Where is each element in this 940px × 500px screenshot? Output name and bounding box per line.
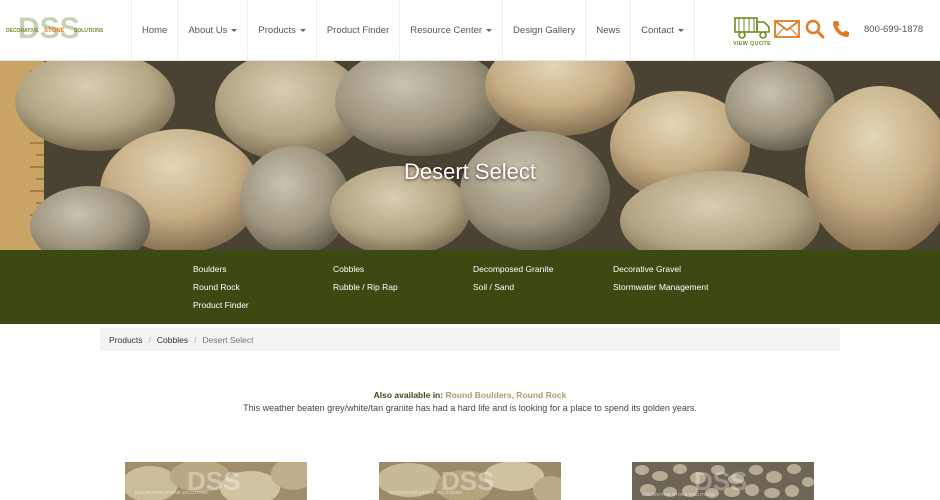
breadcrumb-separator: / bbox=[194, 334, 197, 345]
nav-item-label: Design Gallery bbox=[513, 25, 576, 36]
hero-stone-image bbox=[0, 61, 940, 250]
nav-item-label: Product Finder bbox=[326, 25, 390, 36]
caret-down-icon bbox=[486, 29, 493, 32]
nav-item-home[interactable]: Home bbox=[131, 0, 177, 61]
nav-item-resource-center[interactable]: Resource Center bbox=[399, 0, 502, 61]
product-thumbnail[interactable]: DSS DECORATIVE STONE SOLUTIONS bbox=[379, 462, 561, 500]
page-title: Desert Select bbox=[403, 159, 537, 184]
category-link-round-rock[interactable]: Round Rock bbox=[193, 282, 240, 292]
thumbnail-watermark-tagline: DECORATIVE STONE SOLUTIONS bbox=[389, 490, 462, 495]
logo-tagline-mid: STONE bbox=[44, 28, 65, 34]
nav-item-label: Home bbox=[142, 25, 168, 36]
nav-item-product-finder[interactable]: Product Finder bbox=[315, 0, 399, 61]
also-available: Also available in: Round Boulders, Round… bbox=[0, 390, 940, 400]
category-link-product-finder[interactable]: Product Finder bbox=[193, 300, 249, 310]
nav-item-label: News bbox=[596, 25, 621, 36]
site-logo[interactable]: DSS DECORATIVE STONE SOLUTIONS bbox=[4, 8, 116, 52]
breadcrumb-current: Desert Select bbox=[202, 334, 254, 345]
nav-item-design-gallery[interactable]: Design Gallery bbox=[502, 0, 585, 61]
product-description: This weather beaten grey/white/tan grani… bbox=[243, 403, 697, 413]
thumbnail-watermark-tagline: DECORATIVE STONE SOLUTIONS bbox=[135, 490, 208, 495]
stone-thumbnail-image: DSS DECORATIVE STONE SOLUTIONS bbox=[379, 462, 561, 500]
nav-item-products[interactable]: Products bbox=[247, 0, 316, 61]
category-link-decomposed-granite[interactable]: Decomposed Granite bbox=[473, 264, 553, 274]
category-link-rubble-rip-rap[interactable]: Rubble / Rip Rap bbox=[333, 282, 398, 292]
caret-down-icon bbox=[299, 29, 306, 32]
breadcrumb-separator: / bbox=[148, 334, 151, 345]
view-quote-label[interactable]: VIEW QUOTE bbox=[730, 41, 774, 47]
breadcrumb-link-cobbles[interactable]: Cobbles bbox=[157, 335, 188, 345]
header-actions: VIEW QUOTE 800-699-1878 bbox=[730, 0, 940, 61]
nav-item-about-us[interactable]: About Us bbox=[177, 0, 247, 61]
mail-icon bbox=[774, 20, 800, 38]
email-button[interactable] bbox=[774, 20, 800, 38]
also-available-links[interactable]: Round Boulders, Round Rock bbox=[445, 390, 566, 400]
call-button[interactable] bbox=[831, 19, 851, 39]
stone-thumbnail-image: DSS DECORATIVE STONE SOLUTIONS bbox=[125, 462, 307, 500]
category-link-stormwater-management[interactable]: Stormwater Management bbox=[613, 282, 708, 292]
search-button[interactable] bbox=[805, 19, 825, 39]
main-nav: Home About Us Products Product Finder Resour… bbox=[131, 0, 695, 61]
nav-item-label: Contact bbox=[641, 25, 674, 36]
category-link-soil-sand[interactable]: Soil / Sand bbox=[473, 282, 514, 292]
gravel-thumbnail-image: DSS DECORATIVE STONE SOLUTIONS bbox=[632, 462, 814, 500]
thumbnail-watermark-tagline: DECORATIVE STONE SOLUTIONS bbox=[642, 492, 715, 497]
truck-icon bbox=[734, 17, 770, 39]
caret-down-icon bbox=[231, 29, 238, 32]
caret-down-icon bbox=[677, 29, 684, 32]
phone-number[interactable]: 800-699-1878 bbox=[864, 24, 923, 35]
nav-item-contact[interactable]: Contact bbox=[630, 0, 695, 61]
breadcrumb: Products / Cobbles / Desert Select bbox=[100, 328, 840, 351]
nav-item-label: Products bbox=[258, 25, 296, 36]
nav-item-news[interactable]: News bbox=[585, 0, 630, 61]
phone-icon bbox=[833, 21, 849, 37]
product-thumbnail[interactable]: DSS DECORATIVE STONE SOLUTIONS bbox=[125, 462, 307, 500]
logo-graphic: DSS DECORATIVE STONE SOLUTIONS bbox=[6, 12, 104, 45]
category-link-decorative-gravel[interactable]: Decorative Gravel bbox=[613, 264, 681, 274]
category-link-boulders[interactable]: Boulders bbox=[193, 264, 227, 274]
category-link-cobbles[interactable]: Cobbles bbox=[333, 264, 364, 274]
search-icon bbox=[805, 19, 825, 39]
nav-item-label: About Us bbox=[188, 25, 228, 36]
also-available-label: Also available in: bbox=[373, 390, 444, 400]
logo-tagline-right: SOLUTIONS bbox=[74, 28, 104, 34]
product-thumbnail[interactable]: DSS DECORATIVE STONE SOLUTIONS bbox=[632, 462, 814, 500]
logo-tagline-left: DECORATIVE bbox=[6, 28, 39, 34]
nav-item-label: Resource Center bbox=[410, 25, 483, 36]
category-menu: Boulders Round Rock Product Finder Cobbles R… bbox=[0, 250, 940, 324]
hero-banner: Desert Select bbox=[0, 61, 940, 250]
site-header: DSS DECORATIVE STONE SOLUTIONS Home About… bbox=[0, 0, 940, 61]
breadcrumb-link-products[interactable]: Products bbox=[109, 335, 143, 345]
